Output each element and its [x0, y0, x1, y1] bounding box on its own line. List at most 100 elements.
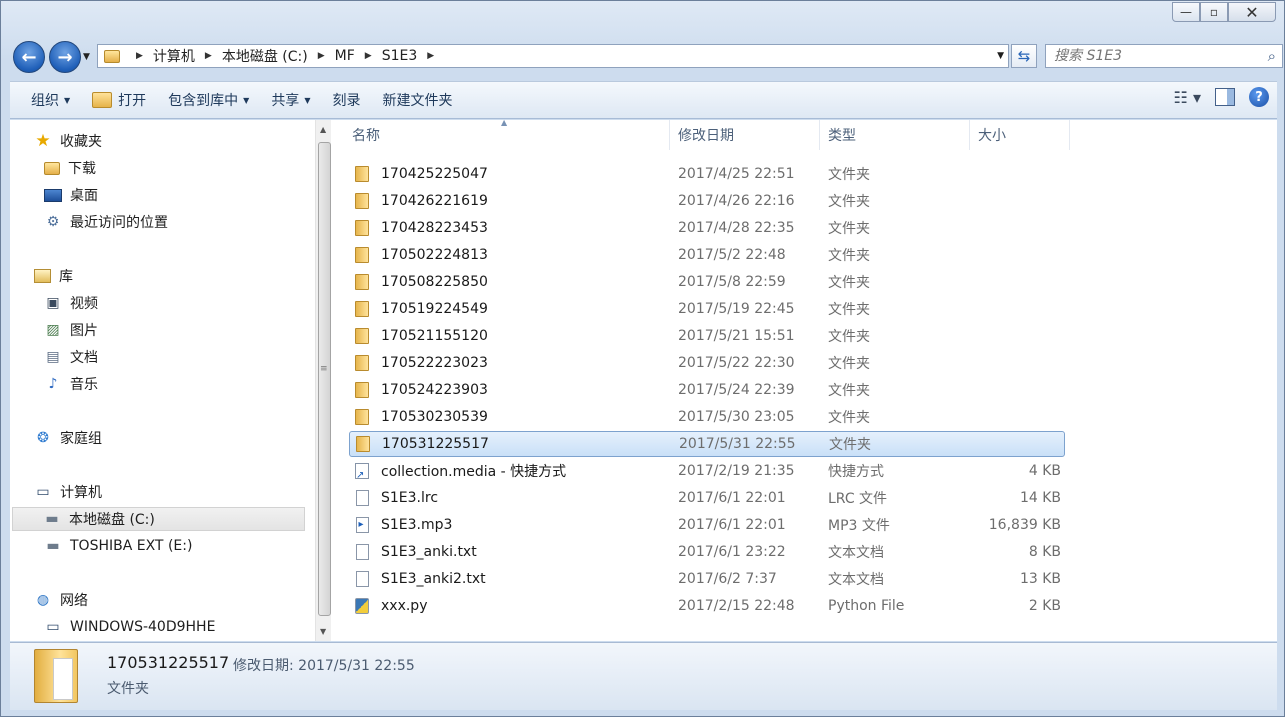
chevron-right-icon[interactable]: ▶: [318, 51, 325, 61]
search-icon[interactable]: ⌕: [1268, 47, 1276, 65]
sidebar-item-downloads[interactable]: 下载: [44, 156, 96, 180]
file-date: 2017/5/22 22:30: [678, 355, 795, 371]
sidebar-label: 音乐: [70, 377, 98, 393]
sidebar-label: TOSHIBA EXT (E:): [70, 538, 193, 554]
sidebar-item-pictures[interactable]: ▨ 图片: [44, 318, 98, 342]
sidebar-item-favorites[interactable]: ★ 收藏夹: [34, 129, 102, 153]
file-row[interactable]: 170502224813 2017/5/2 22:48 文件夹: [349, 242, 1065, 268]
sidebar-label: 下载: [68, 161, 96, 177]
address-bar[interactable]: ▶ 计算机 ▶ 本地磁盘 (C:) ▶ MF ▶ S1E3 ▶ ▼: [97, 44, 1009, 68]
minimize-button[interactable]: —: [1172, 2, 1200, 22]
breadcrumb-mf[interactable]: MF: [335, 48, 355, 64]
file-date: 2017/5/31 22:55: [679, 436, 796, 452]
file-row[interactable]: 170508225850 2017/5/8 22:59 文件夹: [349, 269, 1065, 295]
recent-pages-dropdown[interactable]: ▼: [83, 52, 90, 62]
text-file-icon: [353, 490, 371, 506]
file-row[interactable]: 170428223453 2017/4/28 22:35 文件夹: [349, 215, 1065, 241]
pictures-icon: ▨: [46, 322, 60, 338]
forward-button[interactable]: →: [49, 41, 81, 73]
sidebar-label: 本地磁盘 (C:): [69, 512, 155, 528]
column-header-size[interactable]: 大小: [970, 120, 1070, 150]
scroll-up-icon[interactable]: ▲: [320, 125, 326, 134]
file-type: 文件夹: [828, 329, 870, 345]
column-header-type[interactable]: 类型: [820, 120, 970, 150]
burn-button[interactable]: 刻录: [321, 86, 371, 114]
file-row[interactable]: S1E3_anki.txt 2017/6/1 23:22 文本文档 8 KB: [349, 539, 1065, 565]
sidebar-item-computer[interactable]: ▭ 计算机: [34, 480, 102, 504]
file-name: xxx.py: [381, 598, 428, 614]
computer-icon: ▭: [36, 484, 50, 500]
scrollbar-thumb[interactable]: [318, 142, 331, 616]
sidebar-item-libraries[interactable]: 库: [34, 264, 73, 288]
new-folder-button[interactable]: 新建文件夹: [371, 86, 463, 114]
breadcrumb-s1e3[interactable]: S1E3: [382, 48, 418, 64]
sidebar-item-desktop[interactable]: 桌面: [44, 183, 98, 207]
folder-icon: [353, 247, 371, 263]
sidebar-item-documents[interactable]: ▤ 文档: [44, 345, 98, 369]
navigation-scrollbar[interactable]: ▲ ≡ ▼: [315, 120, 332, 641]
close-button[interactable]: ✕: [1228, 2, 1276, 22]
file-row[interactable]: xxx.py 2017/2/15 22:48 Python File 2 KB: [349, 593, 1065, 619]
search-box[interactable]: ⌕: [1045, 44, 1283, 68]
sidebar-item-local-disk[interactable]: ▬ 本地磁盘 (C:): [12, 507, 305, 531]
help-icon[interactable]: ?: [1249, 87, 1269, 107]
refresh-button[interactable]: ⇆: [1011, 44, 1037, 68]
file-row[interactable]: 170531225517 2017/5/31 22:55 文件夹: [349, 431, 1065, 457]
file-name: 170426221619: [381, 193, 488, 209]
sidebar-item-recent[interactable]: ⚙ 最近访问的位置: [44, 210, 168, 234]
file-row[interactable]: 170530230539 2017/5/30 23:05 文件夹: [349, 404, 1065, 430]
sidebar-item-network-pc[interactable]: ▭ WINDOWS-40D9HHE: [44, 615, 215, 639]
include-in-library-menu[interactable]: 包含到库中 ▼: [157, 86, 260, 114]
scroll-down-icon[interactable]: ▼: [320, 627, 326, 636]
sidebar-item-videos[interactable]: ▣ 视频: [44, 291, 98, 315]
address-dropdown[interactable]: ▼: [997, 51, 1004, 61]
file-date: 2017/6/1 23:22: [678, 544, 786, 560]
breadcrumb-computer[interactable]: 计算机: [153, 46, 195, 66]
file-row[interactable]: 170522223023 2017/5/22 22:30 文件夹: [349, 350, 1065, 376]
file-row[interactable]: S1E3_anki2.txt 2017/6/2 7:37 文本文档 13 KB: [349, 566, 1065, 592]
details-item-type: 文件夹: [107, 681, 149, 697]
sidebar-label: WINDOWS-40D9HHE: [70, 619, 216, 635]
file-row[interactable]: S1E3.mp3 2017/6/1 22:01 MP3 文件 16,839 KB: [349, 512, 1065, 538]
column-header-name[interactable]: 名称: [344, 120, 670, 150]
sidebar-item-external-drive[interactable]: ▬ TOSHIBA EXT (E:): [44, 534, 192, 558]
organize-menu[interactable]: 组织 ▼: [10, 86, 81, 114]
folder-icon: [353, 274, 371, 290]
sidebar-item-network[interactable]: ◍ 网络: [34, 588, 88, 612]
sidebar-item-music[interactable]: ♪ 音乐: [44, 372, 98, 396]
back-button[interactable]: ←: [13, 41, 45, 73]
folder-icon: [353, 355, 371, 371]
file-type: 文件夹: [828, 248, 870, 264]
file-row[interactable]: S1E3.lrc 2017/6/1 22:01 LRC 文件 14 KB: [349, 485, 1065, 511]
file-row[interactable]: 170425225047 2017/4/25 22:51 文件夹: [349, 161, 1065, 187]
music-icon: ♪: [48, 376, 58, 392]
file-row[interactable]: collection.media - 快捷方式 2017/2/19 21:35 快捷…: [349, 458, 1065, 484]
search-input[interactable]: [1054, 48, 1254, 64]
view-options-icon[interactable]: ☷ ▾: [1174, 88, 1201, 107]
file-row[interactable]: 170519224549 2017/5/19 22:45 文件夹: [349, 296, 1065, 322]
chevron-right-icon[interactable]: ▶: [365, 51, 372, 61]
chevron-right-icon[interactable]: ▶: [427, 51, 434, 61]
file-size: 4 KB: [1028, 463, 1061, 479]
file-size: 14 KB: [1019, 490, 1061, 506]
chevron-down-icon: ▼: [64, 95, 71, 105]
open-button[interactable]: 打开: [81, 86, 157, 114]
maximize-button[interactable]: ▫: [1200, 2, 1228, 22]
preview-pane-icon[interactable]: [1215, 88, 1235, 106]
file-date: 2017/5/30 23:05: [678, 409, 795, 425]
breadcrumb: ▶ 计算机 ▶ 本地磁盘 (C:) ▶ MF ▶ S1E3 ▶: [126, 46, 444, 66]
file-name: 170428223453: [381, 220, 488, 236]
share-menu[interactable]: 共享 ▼: [260, 86, 321, 114]
file-row[interactable]: 170426221619 2017/4/26 22:16 文件夹: [349, 188, 1065, 214]
sidebar-item-homegroup[interactable]: ❂ 家庭组: [34, 426, 102, 450]
breadcrumb-local-disk[interactable]: 本地磁盘 (C:): [222, 46, 308, 66]
chevron-right-icon[interactable]: ▶: [136, 51, 143, 61]
chevron-right-icon[interactable]: ▶: [205, 51, 212, 61]
folder-icon: [353, 220, 371, 236]
file-row[interactable]: 170521155120 2017/5/21 15:51 文件夹: [349, 323, 1065, 349]
file-row[interactable]: 170524223903 2017/5/24 22:39 文件夹: [349, 377, 1065, 403]
documents-icon: ▤: [46, 349, 60, 365]
column-header-date[interactable]: 修改日期: [670, 120, 820, 150]
hard-drive-icon: ▬: [45, 511, 59, 527]
file-size: 16,839 KB: [988, 517, 1061, 533]
